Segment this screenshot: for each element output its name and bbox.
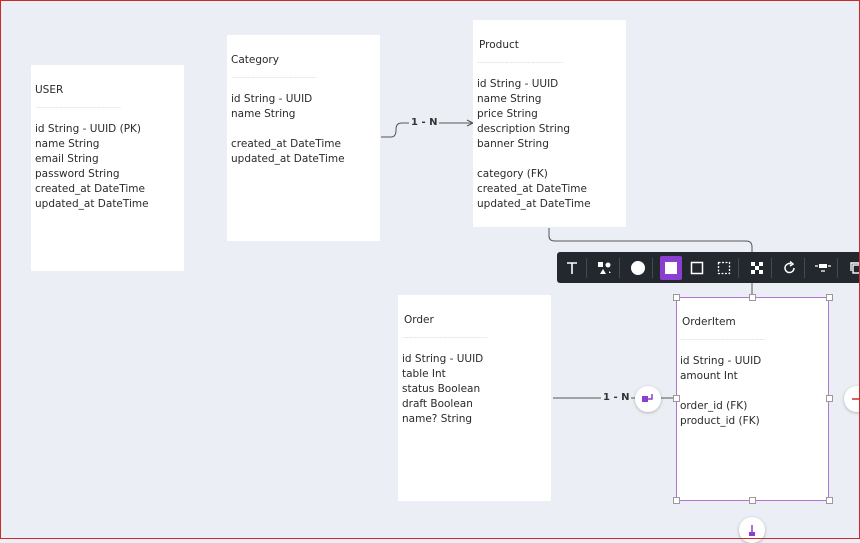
field: updated_at DateTime [477,198,591,210]
fill-solid-icon[interactable] [660,255,683,280]
shape-toolbar [557,252,860,283]
selection-outline [676,297,829,501]
resize-handle-se[interactable] [826,497,833,504]
entity-order[interactable]: Order ____________________ id String - U… [398,295,551,501]
field: updated_at DateTime [35,198,149,210]
entity-product[interactable]: Product ____________________ id String -… [473,20,626,227]
duplicate-icon[interactable] [845,256,860,280]
resize-handle-e[interactable] [826,395,833,402]
text-tool-icon[interactable] [561,256,583,280]
connect-icon [852,398,860,400]
field: updated_at DateTime [231,153,345,165]
connector-label: 1 - N [409,117,440,128]
toolbar-divider [836,257,838,278]
resize-handle-s[interactable] [749,497,756,504]
field: description String [477,123,571,135]
title-underline: ____________________ [35,98,121,108]
entity-user[interactable]: USER ____________________ id String - UU… [31,65,184,271]
toolbar-divider [770,257,772,278]
field: price String [477,108,538,120]
resize-handle-n[interactable] [749,294,756,301]
toolbar-divider [803,257,805,278]
field: id String - UUID [402,353,484,365]
rotate-icon[interactable] [779,256,801,280]
entity-title: Product [479,39,519,51]
field: name String [231,108,296,120]
title-underline: ____________________ [231,68,317,78]
resize-handle-w[interactable] [673,395,680,402]
field: category (FK) [477,168,548,180]
field: table Int [402,368,446,380]
toolbar-divider [652,257,654,278]
field: created_at DateTime [477,183,587,195]
connect-icon [749,525,755,536]
title-underline: ____________________ [402,328,488,338]
field: email String [35,153,99,165]
entity-title: USER [35,84,64,96]
field: name String [35,138,100,150]
color-circle-icon[interactable] [627,256,649,280]
fill-outline-icon[interactable] [686,256,708,280]
field: id String - UUID (PK) [35,123,142,135]
entity-title: Order [404,314,434,326]
connect-icon [642,394,653,402]
field [477,152,622,167]
toolbar-divider [619,257,621,278]
field: password String [35,168,120,180]
field: status Boolean [402,383,481,395]
field [231,122,376,137]
connector-label: 1 - N [601,392,632,403]
field: id String - UUID [231,93,313,105]
shapes-icon[interactable] [594,256,616,280]
field: banner String [477,138,549,150]
resize-handle-ne[interactable] [826,294,833,301]
fill-pattern-icon[interactable] [746,256,768,280]
resize-handle-sw[interactable] [673,497,680,504]
fill-dashed-icon[interactable] [713,256,735,280]
connect-point-button[interactable] [635,386,661,412]
field: name String [477,93,542,105]
field: created_at DateTime [35,183,145,195]
field: draft Boolean [402,398,473,410]
resize-handle-nw[interactable] [673,294,680,301]
field: id String - UUID [477,78,559,90]
entity-title: Category [231,54,279,66]
toolbar-divider [737,257,739,278]
title-underline: ____________________ [477,53,563,63]
field: name? String [402,413,473,425]
entity-category[interactable]: Category ____________________ id String … [227,35,380,241]
field: created_at DateTime [231,138,341,150]
connect-point-button-bottom[interactable] [739,517,765,543]
toolbar-divider [586,257,588,278]
align-icon[interactable] [812,256,834,280]
